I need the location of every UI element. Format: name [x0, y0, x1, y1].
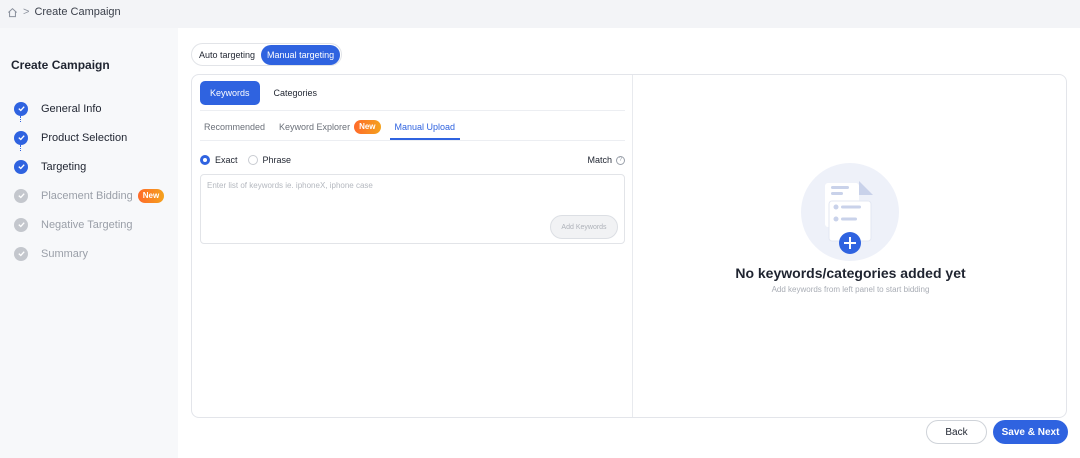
match-help: Match ? [587, 155, 625, 165]
step-targeting[interactable]: Targeting [14, 145, 164, 181]
check-circle-icon [14, 246, 28, 261]
step-negative-targeting[interactable]: Negative Targeting [14, 210, 164, 239]
match-type-row: Exact Phrase Match ? [200, 153, 625, 167]
step-label: General Info [41, 102, 102, 115]
step-summary[interactable]: Summary [14, 239, 164, 268]
step-list: General Info Product Selection Targeting… [14, 94, 165, 268]
tab-keywords[interactable]: Keywords [200, 81, 260, 105]
step-label: Placement Bidding [41, 189, 133, 202]
new-badge: New [137, 188, 165, 203]
tab-keyword-explorer[interactable]: Keyword Explorer New [279, 113, 381, 140]
back-button[interactable]: Back [926, 420, 987, 444]
keyword-source-tabs: Recommended Keyword Explorer New Manual U… [204, 113, 469, 140]
keyword-placeholder: Enter list of keywords ie. iphoneX, ipho… [207, 181, 373, 190]
step-label: Negative Targeting [41, 218, 133, 231]
radio-exact[interactable]: Exact [200, 155, 238, 165]
breadcrumb: > Create Campaign [0, 0, 1080, 24]
radio-label: Exact [215, 155, 238, 165]
step-product-selection[interactable]: Product Selection [14, 116, 164, 152]
empty-subtitle: Add keywords from left panel to start bi… [771, 285, 930, 294]
tab-recommended[interactable]: Recommended [204, 113, 265, 140]
new-badge: New [354, 119, 381, 134]
step-general-info[interactable]: General Info [14, 94, 164, 123]
save-next-button[interactable]: Save & Next [993, 420, 1068, 444]
targeting-panel: Keywords Categories Recommended Keyword … [191, 74, 1067, 418]
add-keywords-button[interactable]: Add Keywords [550, 215, 618, 239]
sidebar-title: Create Campaign [11, 58, 110, 72]
radio-label: Phrase [262, 155, 292, 165]
match-label: Match [587, 155, 612, 165]
step-label: Product Selection [41, 131, 128, 144]
step-connector [20, 116, 21, 122]
check-circle-icon [14, 101, 28, 116]
tab-categories[interactable]: Categories [264, 81, 328, 105]
auto-targeting-option[interactable]: Auto targeting [193, 45, 261, 65]
tab-label: Keyword Explorer [279, 121, 351, 132]
empty-document-icon [801, 163, 899, 261]
radio-phrase[interactable]: Phrase [247, 155, 292, 165]
breadcrumb-separator: > [23, 6, 30, 18]
empty-state: No keywords/categories added yet Add key… [633, 75, 1068, 417]
check-circle-icon [14, 188, 28, 203]
steps-sidebar: Create Campaign General Info Product Sel… [0, 28, 178, 458]
keyword-textarea[interactable]: Enter list of keywords ie. iphoneX, ipho… [200, 174, 625, 244]
empty-title: No keywords/categories added yet [735, 265, 966, 281]
tab-label: Recommended [204, 121, 266, 132]
radio-unchecked-icon [247, 155, 258, 165]
step-connector [20, 145, 21, 151]
targeting-mode-toggle: Auto targeting Manual targeting [191, 43, 343, 66]
check-circle-icon [14, 159, 28, 174]
question-icon[interactable]: ? [616, 155, 625, 165]
breadcrumb-current: Create Campaign [34, 6, 121, 18]
manual-targeting-option[interactable]: Manual targeting [261, 44, 341, 65]
targeting-type-tabs: Keywords Categories [200, 81, 331, 105]
radio-checked-icon [200, 155, 210, 165]
tab-label: Manual Upload [394, 121, 456, 132]
check-circle-icon [14, 217, 28, 232]
tab-manual-upload[interactable]: Manual Upload [389, 113, 460, 140]
check-circle-icon [14, 130, 28, 145]
tabs-divider [200, 110, 625, 111]
step-label: Summary [41, 247, 89, 260]
step-placement-bidding[interactable]: Placement Bidding New [14, 181, 165, 210]
home-icon[interactable] [7, 7, 18, 18]
step-label: Targeting [41, 160, 87, 173]
subtabs-divider [200, 140, 625, 141]
